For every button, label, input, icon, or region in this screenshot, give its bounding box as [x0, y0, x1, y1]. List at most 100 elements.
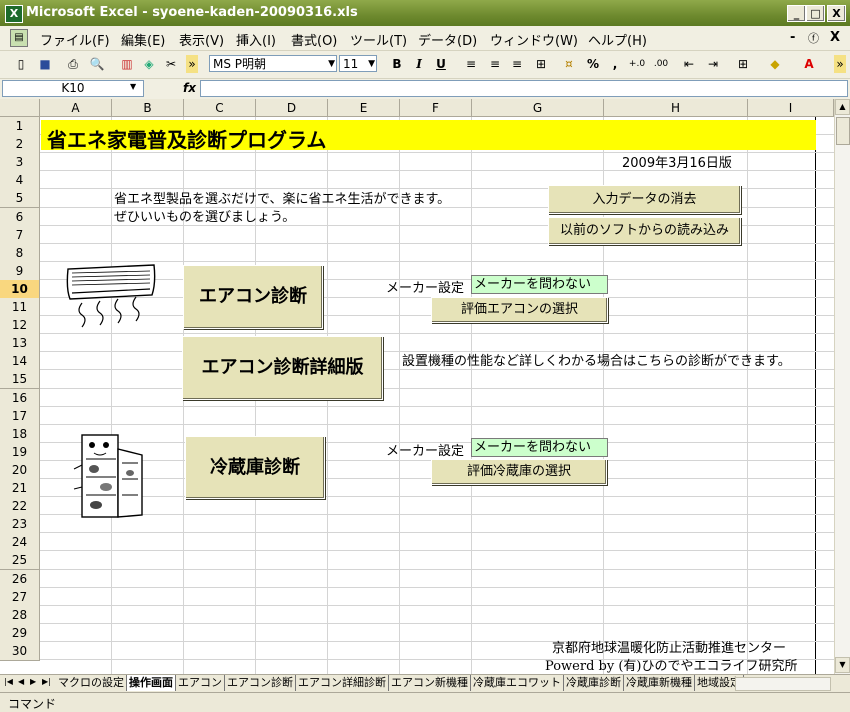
scroll-up-icon[interactable]: ▲ — [835, 99, 850, 115]
row-header[interactable]: 13 — [0, 334, 40, 354]
column-header-g[interactable]: G — [472, 99, 604, 117]
vertical-scrollbar[interactable]: ▲ ▼ — [834, 99, 850, 674]
maker-select-fridge[interactable]: メーカーを問わない — [471, 438, 608, 457]
chevron-down-icon[interactable]: ▼ — [130, 82, 136, 91]
research-icon[interactable]: ▥ — [118, 55, 136, 73]
row-header[interactable]: 11 — [0, 298, 40, 317]
toolbar-overflow-icon[interactable]: » — [834, 55, 846, 73]
column-header-h[interactable]: H — [604, 99, 748, 117]
font-name-select[interactable]: MS P明朝 ▼ — [209, 55, 337, 72]
decrease-indent-icon[interactable]: ⇤ — [680, 55, 698, 73]
sheet-tab[interactable]: エアコン診断 — [225, 675, 296, 691]
row-header[interactable]: 18 — [0, 424, 40, 444]
last-sheet-icon[interactable]: ▶| — [42, 677, 51, 686]
percent-button[interactable]: % — [584, 55, 602, 73]
row-header[interactable]: 10 — [0, 279, 40, 299]
excel-icon[interactable]: X — [5, 5, 23, 23]
spreadsheet-grid[interactable]: A B C D E F G H I 1 2 3 4 5 6 7 8 9 10 11 12 13 14 15 1… — [0, 99, 834, 674]
close-button[interactable]: X — [827, 5, 846, 22]
column-header-d[interactable]: D — [256, 99, 328, 117]
row-header[interactable]: 28 — [0, 605, 40, 625]
row-header[interactable]: 30 — [0, 641, 40, 661]
new-icon[interactable]: ▯ — [12, 55, 30, 73]
row-header[interactable]: 9 — [0, 261, 40, 281]
import-old-software-button[interactable]: 以前のソフトからの読み込み — [548, 217, 741, 245]
row-header[interactable]: 17 — [0, 406, 40, 426]
minimize-button[interactable]: _ — [787, 5, 806, 22]
row-header[interactable]: 8 — [0, 243, 40, 263]
menu-file[interactable]: ファイル(F) — [40, 30, 110, 49]
permission-icon[interactable]: ◈ — [140, 55, 158, 73]
menu-window[interactable]: ウィンドウ(W) — [490, 30, 578, 49]
row-header[interactable]: 19 — [0, 442, 40, 462]
row-header[interactable]: 7 — [0, 225, 40, 245]
row-header[interactable]: 23 — [0, 515, 40, 535]
borders-icon[interactable]: ⊞ — [734, 55, 752, 73]
row-header[interactable]: 12 — [0, 316, 40, 336]
doc-close-button[interactable]: X — [830, 30, 840, 45]
tools-icon[interactable]: ✂ — [162, 55, 180, 73]
row-header[interactable]: 3 — [0, 153, 40, 173]
menu-edit[interactable]: 編集(E) — [121, 30, 165, 49]
sheet-tab[interactable]: エアコン詳細診断 — [296, 675, 389, 691]
doc-restore-button[interactable]: ⓕ — [808, 30, 819, 46]
sheet-tab-active[interactable]: 操作画面 — [127, 675, 176, 691]
select-all-corner[interactable] — [0, 99, 40, 117]
comma-button[interactable]: , — [606, 55, 624, 73]
toolbar-options-icon[interactable]: » — [186, 55, 198, 73]
row-header[interactable]: 2 — [0, 135, 40, 155]
row-header[interactable]: 15 — [0, 370, 40, 390]
row-header[interactable]: 4 — [0, 171, 40, 191]
row-header[interactable]: 20 — [0, 460, 40, 480]
name-box[interactable]: K10 — [2, 80, 144, 97]
scroll-thumb[interactable] — [836, 117, 850, 145]
sheet-tab[interactable]: エアコン — [176, 675, 225, 691]
maximize-button[interactable]: □ — [806, 5, 825, 22]
aircon-diagnosis-button[interactable]: エアコン診断 — [183, 265, 323, 329]
decrease-decimal-icon[interactable]: .00 — [652, 55, 670, 73]
row-header[interactable]: 25 — [0, 551, 40, 571]
workbook-icon[interactable]: ▤ — [10, 29, 28, 47]
row-header[interactable]: 27 — [0, 587, 40, 607]
scroll-down-icon[interactable]: ▼ — [835, 657, 850, 673]
menu-data[interactable]: データ(D) — [418, 30, 477, 49]
maker-select-aircon[interactable]: メーカーを問わない — [471, 275, 608, 294]
increase-decimal-icon[interactable]: +.0 — [628, 55, 646, 73]
align-right-icon[interactable]: ≡ — [508, 55, 526, 73]
menu-tools[interactable]: ツール(T) — [350, 30, 407, 49]
font-color-icon[interactable]: A — [800, 55, 818, 73]
menu-help[interactable]: ヘルプ(H) — [588, 30, 647, 49]
row-header[interactable]: 21 — [0, 479, 40, 498]
select-fridge-button[interactable]: 評価冷蔵庫の選択 — [431, 459, 607, 485]
merge-center-icon[interactable]: ⊞ — [532, 55, 550, 73]
sheet-tab[interactable]: 冷蔵庫新機種 — [624, 675, 695, 691]
row-header[interactable]: 29 — [0, 623, 40, 643]
insert-function-button[interactable]: fx — [183, 81, 196, 95]
sheet-tab[interactable]: 冷蔵庫エコワット — [471, 675, 564, 691]
first-sheet-icon[interactable]: |◀ — [4, 677, 13, 686]
print-icon[interactable]: ⎙ — [64, 55, 82, 73]
sheet-tab[interactable]: マクロの設定 — [56, 675, 127, 691]
horizontal-scrollbar[interactable] — [735, 677, 831, 691]
align-center-icon[interactable]: ≡ — [486, 55, 504, 73]
align-left-icon[interactable]: ≡ — [462, 55, 480, 73]
sheet-tab[interactable]: エアコン新機種 — [389, 675, 471, 691]
row-header[interactable]: 26 — [0, 569, 40, 589]
aircon-detailed-diagnosis-button[interactable]: エアコン診断詳細版 — [182, 336, 383, 400]
menu-view[interactable]: 表示(V) — [179, 30, 224, 49]
fridge-diagnosis-button[interactable]: 冷蔵庫診断 — [185, 436, 325, 499]
column-header-c[interactable]: C — [184, 99, 256, 117]
menu-format[interactable]: 書式(O) — [291, 30, 337, 49]
column-header-a[interactable]: A — [40, 99, 112, 117]
column-header-i[interactable]: I — [748, 99, 834, 117]
fill-color-icon[interactable]: ◆ — [766, 55, 784, 73]
column-header-e[interactable]: E — [328, 99, 400, 117]
increase-indent-icon[interactable]: ⇥ — [704, 55, 722, 73]
next-sheet-icon[interactable]: ▶ — [30, 677, 36, 686]
row-header[interactable]: 16 — [0, 388, 40, 408]
prev-sheet-icon[interactable]: ◀ — [18, 677, 24, 686]
clear-input-data-button[interactable]: 入力データの消去 — [548, 185, 741, 214]
doc-minimize-button[interactable]: - — [790, 30, 795, 45]
formula-input[interactable] — [200, 80, 848, 97]
row-header[interactable]: 1 — [0, 117, 40, 136]
